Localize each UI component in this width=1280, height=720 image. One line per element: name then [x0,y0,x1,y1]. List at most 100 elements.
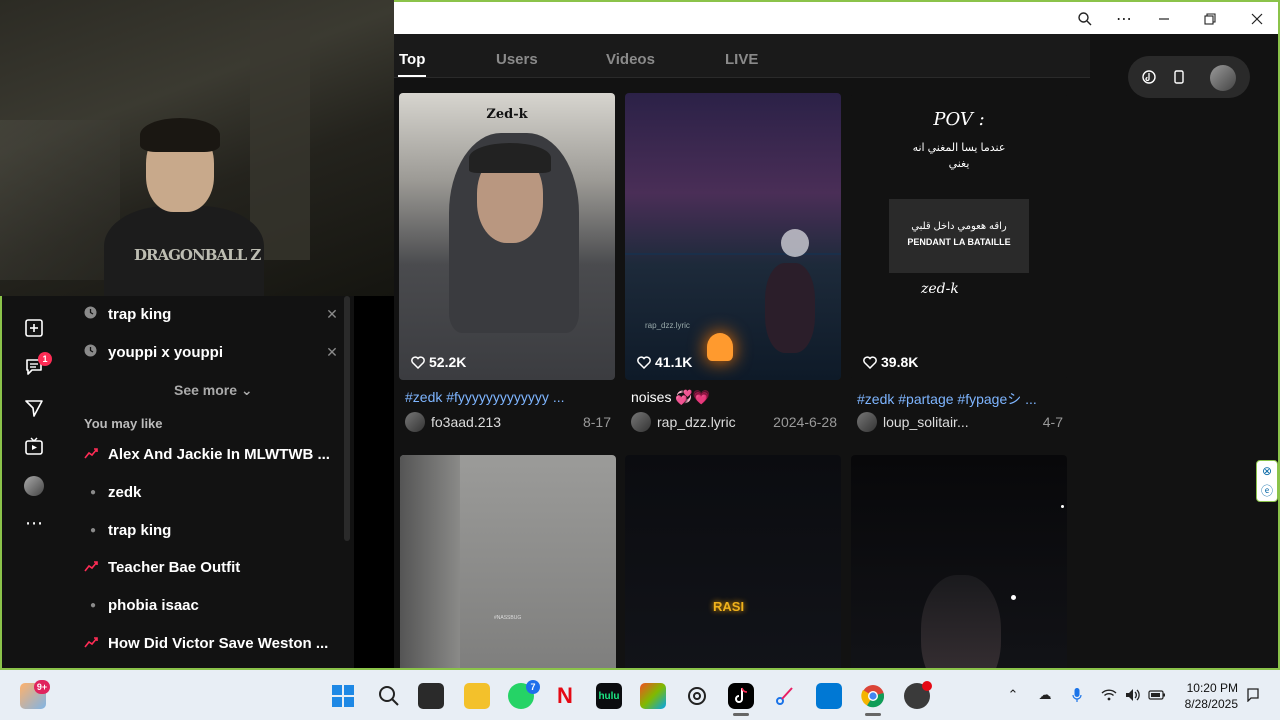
profile-avatar-icon[interactable] [22,474,46,498]
thumbnail-shadow [400,455,460,670]
suggestion-label: Teacher Bae Outfit [108,558,241,576]
live-tv-icon[interactable] [22,434,46,458]
phone-icon[interactable] [1170,68,1188,86]
upload-icon[interactable] [22,316,46,340]
minimize-icon[interactable] [1147,6,1181,32]
video-thumbnail[interactable]: POV : عندما يسا المغني انه يغني راقه هعو… [851,93,1067,380]
chatgpt-icon[interactable] [684,683,710,709]
send-icon[interactable] [22,396,46,420]
account-avatar[interactable] [1210,65,1236,91]
more-options-icon[interactable]: ⋯ [1107,6,1141,32]
author-name[interactable]: loup_solitair... [883,414,1043,430]
suggestion-item[interactable]: ● phobia isaac [84,594,339,616]
volume-icon[interactable] [1124,686,1142,704]
tab-top[interactable]: Top [399,51,425,68]
author-avatar[interactable] [857,412,877,432]
video-thumbnail[interactable]: rap_dzz.lyric 41.1K [625,93,841,380]
clock-icon [84,344,108,360]
video-overlay-frame-line: PENDANT LA BATAILLE [907,237,1011,247]
author-name[interactable]: rap_dzz.lyric [657,414,773,430]
notification-dot [922,681,932,691]
webcam-person-hair [140,118,220,152]
tiktok-icon[interactable] [728,683,754,709]
chrome-icon[interactable] [860,683,886,709]
system-clock[interactable]: 10:20 PM 8/28/2025 [1176,680,1238,712]
video-date: 4-7 [1042,414,1063,430]
left-sidebar: 1 ⋯ [0,296,64,670]
webcam-overlay: DRAGONBALL Z [0,0,394,296]
author-avatar[interactable] [405,412,425,432]
like-count-value: 52.2K [429,354,467,370]
recent-search-item[interactable]: youppi x youppi ✕ [84,341,339,363]
window-titlebar: ⋯ [394,0,1280,34]
messages-badge: 1 [38,352,52,366]
video-thumbnail[interactable]: RASI [625,455,841,670]
notifications-icon[interactable] [1244,686,1262,704]
extension-icon[interactable]: ⓔ [1258,481,1276,499]
search-results: Top Users Videos LIVE Zed-k 52.2K #zedk … [394,34,1090,670]
dot-icon: ● [90,599,97,611]
suggestion-item[interactable]: Alex And Jackie In MLWTWB ... [84,443,339,465]
like-count: 41.1K [637,354,692,370]
video-overlay-line: عندما يسا المغني انه [912,142,1006,154]
tab-videos[interactable]: Videos [606,51,655,68]
chevron-up-icon[interactable]: ⌃ [1004,686,1022,704]
author-avatar[interactable] [631,412,651,432]
suggestion-item[interactable]: ● zedk [84,481,339,503]
thumbnail-star [1061,505,1064,508]
close-circle-icon[interactable]: ⊗ [1258,462,1276,480]
suggestion-item[interactable]: How Did Victor Save Weston ... [84,632,339,654]
trending-icon [84,560,108,575]
thumbnail-campfire [707,333,733,361]
zoom-icon[interactable] [1068,6,1102,32]
video-thumbnail[interactable]: Zed-k 52.2K [399,93,615,380]
video-caption[interactable]: noises 💞💗 [631,389,837,406]
onedrive-icon[interactable]: ☁ [1036,686,1054,704]
netflix-icon[interactable]: N [552,683,578,709]
video-caption[interactable]: #zedk #fyyyyyyyyyyyyy ... [405,389,611,405]
restore-icon[interactable] [1193,6,1227,32]
battery-icon[interactable] [1148,686,1166,704]
extension-widget: ⊗ ⓔ [1256,460,1278,502]
video-caption[interactable]: #zedk #partage #fypageシ ... [857,389,1063,409]
suggestion-label: zedk [108,483,142,501]
suggestion-item[interactable]: ● trap king [84,519,339,541]
snipping-tool-icon[interactable] [772,683,798,709]
trending-icon [84,447,108,462]
recent-search-item[interactable]: trap king ✕ [84,303,339,325]
tiktok-coin-icon[interactable] [1140,68,1158,86]
microsoft-store-icon[interactable] [640,683,666,709]
remove-search-icon[interactable]: ✕ [325,344,339,361]
remove-search-icon[interactable]: ✕ [325,306,339,323]
author-name[interactable]: fo3aad.213 [431,414,583,430]
search-icon[interactable] [376,683,402,709]
microphone-icon[interactable] [1068,686,1086,704]
like-count: 52.2K [411,354,466,370]
tab-live[interactable]: LIVE [725,51,758,68]
video-overlay-signature: zed-k [921,281,959,297]
screen: DRAGONBALL Z ⋯ 1 ⋯ trap king ✕ youppi x … [0,0,1280,720]
start-icon[interactable] [330,683,356,709]
hulu-icon[interactable]: hulu [596,683,622,709]
thumbnail-horizon [625,253,841,255]
video-overlay-line: يغني [948,158,970,170]
see-more-link[interactable]: See more ⌄ [174,382,253,399]
close-icon[interactable] [1240,6,1274,32]
wifi-icon[interactable] [1100,686,1118,704]
history-scrollbar[interactable] [344,296,350,541]
file-explorer-icon[interactable] [464,683,490,709]
suggestion-item[interactable]: Teacher Bae Outfit [84,556,339,578]
tab-users[interactable]: Users [496,51,538,68]
task-view-icon[interactable] [418,683,444,709]
dot-icon: ● [90,486,97,498]
whatsapp-badge: 7 [526,680,540,694]
clock-time: 10:20 PM [1186,681,1238,695]
video-thumbnail[interactable]: #NASSBUG [400,455,616,670]
video-watermark: rap_dzz.lyric [645,321,690,330]
video-thumbnail[interactable] [851,455,1067,670]
more-icon[interactable]: ⋯ [22,511,46,535]
webcam-background-shelf [0,120,120,280]
vscode-icon[interactable] [816,683,842,709]
video-caption-text: #zedk #partage #fypageシ ... [857,391,1037,407]
video-overlay-frame: راقه هعومي داخل قلبي PENDANT LA BATAILLE [889,199,1029,273]
